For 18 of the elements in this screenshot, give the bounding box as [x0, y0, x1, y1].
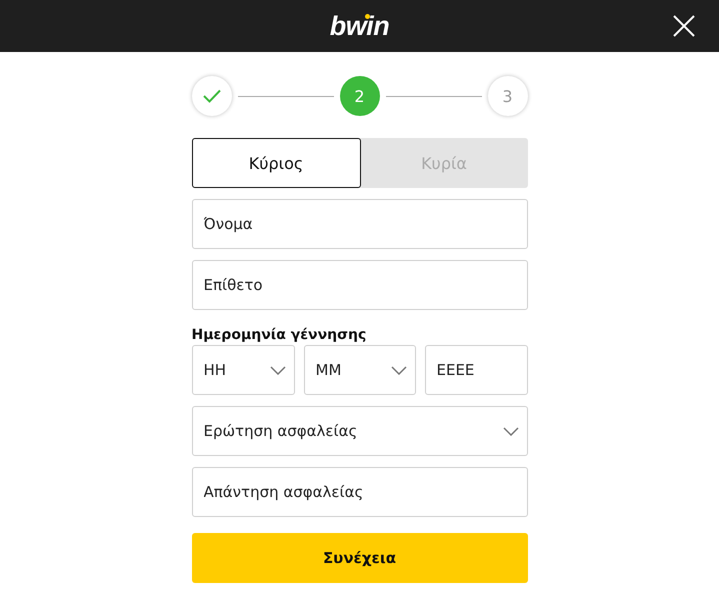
- close-icon[interactable]: [672, 14, 696, 38]
- dropdown-field[interactable]: ΜΜ: [304, 345, 416, 395]
- continue-button[interactable]: Συνέχεια: [192, 533, 528, 583]
- gender-tab[interactable]: Κύριος: [192, 138, 360, 188]
- check-icon: [202, 89, 220, 103]
- step-circle: 3: [488, 76, 528, 116]
- dropdown-field[interactable]: ΗΗ: [192, 345, 294, 395]
- input-field[interactable]: Απάντηση ασφαλείας: [192, 467, 528, 517]
- input-field[interactable]: ΕΕΕΕ: [424, 345, 528, 395]
- input-field[interactable]: Όνομα: [192, 199, 528, 249]
- chevron-down-icon: [502, 426, 518, 436]
- input-field[interactable]: Επίθετο: [192, 260, 528, 310]
- chevron-down-icon: [270, 366, 286, 374]
- field-label: Ημερομηνία γέννησης: [192, 327, 368, 343]
- chevron-down-icon: [390, 366, 406, 374]
- step-circle: 2: [340, 76, 380, 116]
- dropdown-field[interactable]: Ερώτηση ασφαλείας: [192, 406, 528, 456]
- logo: bwin: [330, 10, 390, 42]
